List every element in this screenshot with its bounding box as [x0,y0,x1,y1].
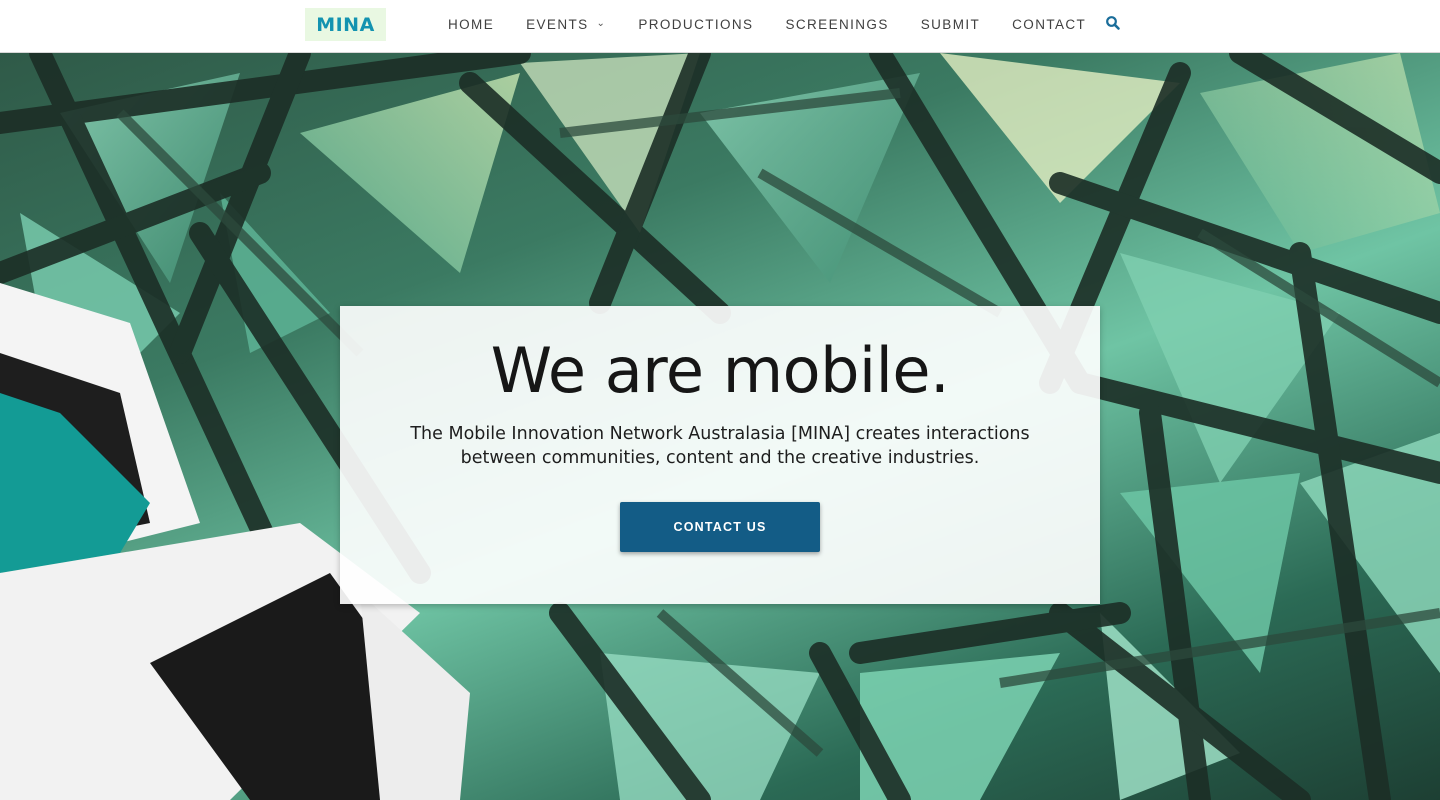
nav-contact-label: CONTACT [1012,16,1087,32]
nav-home[interactable]: HOME [448,17,494,32]
hero-card: We are mobile. The Mobile Innovation Net… [340,306,1100,604]
nav-home-label: HOME [448,16,495,32]
site-header: MINA HOME EVENTS ⌄ PRODUCTIONS SCREENINGS… [0,0,1440,53]
search-icon [1106,16,1120,30]
nav-screenings[interactable]: SCREENINGS [785,17,888,32]
hero-description: The Mobile Innovation Network Australasi… [410,424,1030,468]
nav-events-label: EVENTS [526,16,589,32]
hero-heading: We are mobile. [490,334,950,407]
chevron-down-icon: ⌄ [596,17,607,29]
nav-events[interactable]: EVENTS ⌄ [526,17,606,32]
search-button[interactable] [1105,15,1121,31]
nav-contact[interactable]: CONTACT [1012,17,1086,32]
contact-us-button[interactable]: CONTACT US [620,502,820,552]
nav-productions-label: PRODUCTIONS [638,16,754,32]
nav-submit-label: SUBMIT [920,16,981,32]
nav-submit[interactable]: SUBMIT [921,17,980,32]
nav-productions[interactable]: PRODUCTIONS [638,17,753,32]
mina-logo[interactable]: MINA [305,8,386,41]
main-nav: HOME EVENTS ⌄ PRODUCTIONS SCREENINGS SUBM… [448,0,1118,48]
nav-screenings-label: SCREENINGS [785,16,889,32]
